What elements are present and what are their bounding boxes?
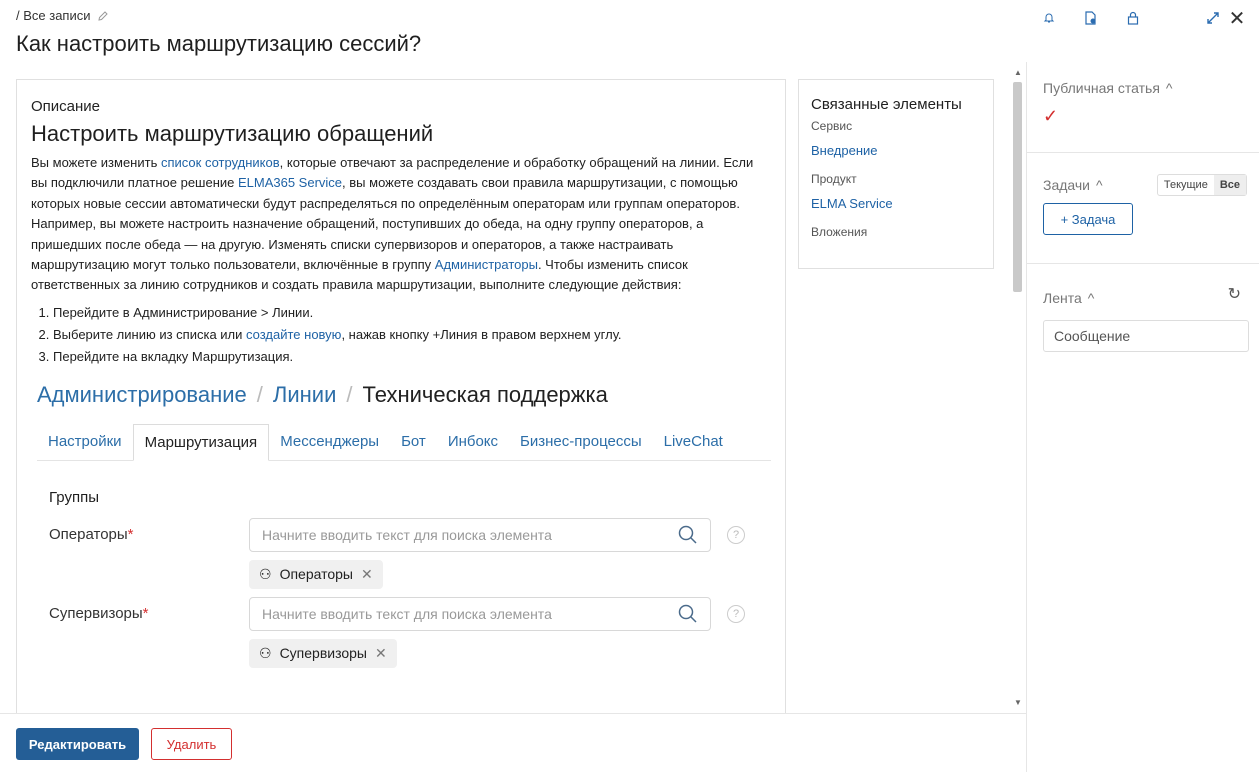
footer: Редактировать Удалить: [0, 713, 1026, 772]
screenshot-breadcrumb: Администрирование / Линии / Техническая …: [37, 382, 771, 408]
chip-label: Супервизоры: [279, 645, 367, 662]
link-create-new[interactable]: создайте новую: [246, 327, 341, 342]
groups-title: Группы: [49, 488, 99, 506]
text: Супервизоры: [49, 605, 143, 623]
delete-button[interactable]: Удалить: [151, 728, 232, 760]
text: , нажав кнопку +Линия в правом верхнем у…: [341, 326, 622, 342]
tab-messengers: Мессенджеры: [280, 432, 380, 450]
bc-administration: Администрирование: [37, 381, 247, 407]
operators-chip: ⚇ Операторы ✕: [249, 559, 383, 589]
bell-icon[interactable]: [1039, 8, 1059, 28]
add-task-button[interactable]: + Задача: [1043, 203, 1133, 235]
text: Операторы: [49, 526, 128, 544]
link-administrators[interactable]: Администраторы: [435, 257, 538, 272]
text: Вы можете изменить: [31, 155, 161, 170]
tab-settings: Настройки: [48, 432, 122, 450]
supervisors-chip: ⚇ Супервизоры ✕: [249, 638, 397, 668]
public-article-section: Публичная статья ^ ✓: [1027, 62, 1259, 152]
description-heading: Настроить маршрутизацию обращений: [31, 121, 434, 146]
tab-livechat: LiveChat: [663, 432, 723, 450]
scroll-down-arrow[interactable]: ▼: [1014, 698, 1022, 707]
supervisors-search-input: Начните вводить текст для поиска элемент…: [249, 596, 711, 631]
scrollbar-thumb[interactable]: [1013, 82, 1022, 292]
expand-icon[interactable]: [1203, 8, 1223, 28]
chevron-up-icon: ^: [1165, 80, 1173, 96]
message-input[interactable]: Сообщение: [1043, 320, 1249, 352]
service-label: Сервис: [811, 119, 853, 133]
scroll-up-arrow[interactable]: ▲: [1014, 68, 1022, 77]
text: Лента: [1043, 290, 1082, 306]
bc-separator: /: [256, 381, 263, 407]
refresh-icon[interactable]: ↻: [1228, 284, 1241, 304]
link-employee-list[interactable]: список сотрудников: [161, 155, 280, 170]
tab-business-processes: Бизнес-процессы: [520, 432, 642, 450]
operators-label: Операторы*: [49, 526, 249, 543]
tasks-filter-toggle: Текущие Все: [1156, 174, 1247, 196]
lock-icon[interactable]: [1123, 8, 1143, 28]
service-link[interactable]: Внедрение: [811, 143, 981, 158]
text: Выберите линию из списка или: [53, 326, 247, 342]
search-icon: [678, 604, 697, 623]
check-icon: ✓: [1043, 106, 1059, 126]
tab-bot: Бот: [401, 432, 426, 450]
link-elma-service[interactable]: ELMA365 Service: [238, 175, 342, 190]
document-settings-icon[interactable]: [1081, 8, 1101, 28]
feed-toggle[interactable]: Лента ^: [1043, 290, 1243, 306]
tab-routing: Маршрутизация: [132, 423, 270, 461]
supervisors-label: Супервизоры*: [49, 605, 249, 622]
breadcrumb: / Все записи: [16, 8, 109, 23]
edit-button[interactable]: Редактировать: [16, 728, 139, 760]
required-mark: *: [142, 605, 149, 623]
help-icon: ?: [727, 525, 745, 544]
text: Публичная статья: [1043, 80, 1160, 96]
filter-current[interactable]: Текущие: [1158, 175, 1214, 195]
chevron-up-icon: ^: [1096, 177, 1103, 193]
related-title: Связанные элементы: [811, 96, 962, 113]
attachments-label: Вложения: [811, 225, 868, 239]
description-card: Описание Настроить маршрутизацию обращен…: [16, 79, 786, 713]
top-toolbar: ✕: [1017, 8, 1247, 30]
list-item: Выберите линию из списка или создайте но…: [53, 324, 771, 346]
related-elements-card: Связанные элементы Сервис Внедрение Прод…: [798, 79, 994, 269]
public-article-toggle[interactable]: Публичная статья ^: [1043, 80, 1243, 96]
list-item: Перейдите на вкладку Маршрутизация.: [53, 346, 771, 368]
tab-inbox: Инбокс: [447, 432, 499, 450]
embedded-screenshot: Администрирование / Линии / Техническая …: [31, 382, 771, 668]
tasks-section: Задачи ^ + Задача: [1027, 153, 1259, 263]
pencil-icon[interactable]: [97, 10, 109, 22]
operators-search-input: Начните вводить текст для поиска элемент…: [249, 517, 711, 552]
steps-list: Перейдите в Администрирование > Линии. В…: [31, 302, 771, 368]
screenshot-tabs: Настройки Маршрутизация Мессенджеры Бот …: [37, 423, 771, 461]
product-label: Продукт: [811, 172, 857, 186]
bc-lines: Линии: [272, 381, 337, 407]
list-item: Перейдите в Администрирование > Линии.: [53, 302, 771, 324]
required-mark: *: [127, 526, 134, 544]
description-label: Описание: [31, 98, 101, 115]
search-icon: [678, 525, 697, 544]
supervisors-row: Супервизоры* Начните вводить текст для п…: [49, 596, 771, 631]
page-title: Как настроить маршрутизацию сессий?: [16, 31, 422, 56]
product-link[interactable]: ELMA Service: [811, 196, 981, 211]
scrollbar[interactable]: ▲ ▼: [1010, 64, 1025, 712]
remove-icon: ✕: [374, 644, 387, 661]
breadcrumb-all-records[interactable]: / Все записи: [16, 8, 91, 23]
placeholder: Начните вводить текст для поиска элемент…: [262, 526, 552, 543]
bc-separator: /: [346, 381, 353, 407]
group-icon: ⚇: [259, 644, 272, 661]
help-icon: ?: [727, 604, 745, 623]
placeholder: Начните вводить текст для поиска элемент…: [262, 605, 552, 622]
filter-all[interactable]: Все: [1213, 175, 1246, 195]
side-panel: Публичная статья ^ ✓ Задачи ^ + Задача Тек…: [1026, 62, 1259, 772]
remove-icon: ✕: [360, 565, 373, 582]
description-paragraph: Вы можете изменить список сотрудников, к…: [31, 153, 771, 296]
text: Задачи: [1043, 177, 1091, 193]
group-icon: ⚇: [259, 565, 272, 582]
bc-tech-support: Техническая поддержка: [362, 381, 608, 407]
chip-label: Операторы: [279, 566, 353, 583]
close-icon[interactable]: ✕: [1227, 8, 1247, 30]
chevron-up-icon: ^: [1087, 290, 1095, 306]
operators-row: Операторы* Начните вводить текст для пои…: [49, 517, 771, 552]
feed-section: Лента ^ ↻ Сообщение: [1027, 264, 1259, 352]
